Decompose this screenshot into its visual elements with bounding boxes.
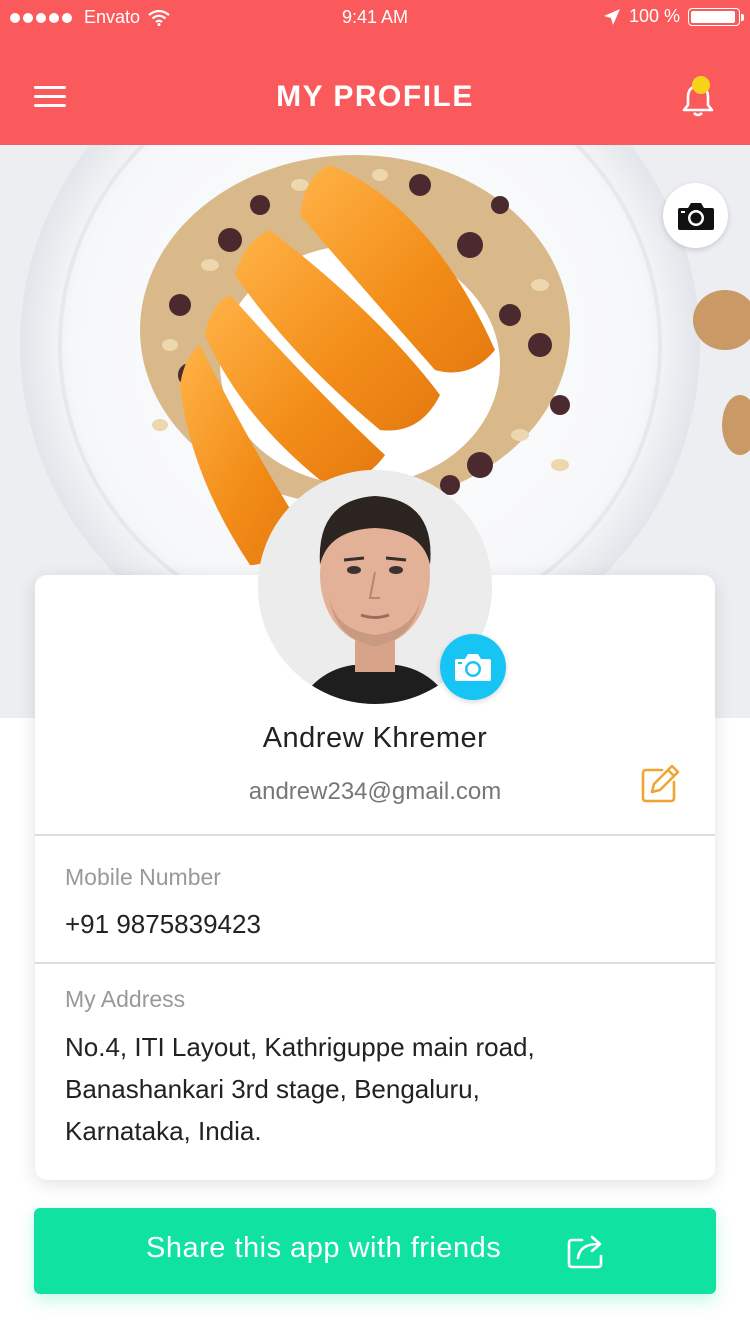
divider: [35, 962, 715, 964]
status-bar: Envato 9:41 AM 100 %: [0, 0, 750, 36]
notification-badge: [692, 76, 710, 94]
camera-icon: [455, 654, 491, 681]
address-line: Banashankari 3rd stage, Bengaluru,: [65, 1074, 480, 1104]
page-title: MY PROFILE: [276, 80, 474, 113]
address-line: No.4, ITI Layout, Kathriguppe main road,: [65, 1032, 535, 1062]
change-cover-button[interactable]: [663, 183, 728, 248]
app-header: Envato 9:41 AM 100 % MY PROFILE: [0, 0, 750, 145]
share-app-button[interactable]: Share this app with friends: [34, 1208, 716, 1294]
location-arrow-icon: [603, 8, 620, 25]
share-icon: [567, 1235, 603, 1269]
battery-percent: 100 %: [628, 6, 680, 26]
status-right: 100 %: [603, 6, 744, 27]
divider: [35, 834, 715, 836]
edit-profile-button[interactable]: [638, 762, 682, 806]
profile-email: andrew234@gmail.com: [248, 778, 502, 805]
mobile-value: +91 9875839423: [65, 909, 261, 939]
edit-icon: [641, 764, 680, 803]
address-value: No.4, ITI Layout, Kathriguppe main road,…: [65, 1026, 665, 1152]
change-avatar-button[interactable]: [440, 634, 506, 700]
battery-icon: [688, 7, 744, 26]
profile-name: Andrew Khremer: [262, 722, 488, 754]
address-label: My Address: [65, 986, 186, 1012]
mobile-label: Mobile Number: [65, 864, 221, 890]
address-line: Karnataka, India.: [65, 1116, 262, 1146]
share-button-label: Share this app with friends: [146, 1232, 502, 1264]
camera-icon: [677, 202, 714, 230]
